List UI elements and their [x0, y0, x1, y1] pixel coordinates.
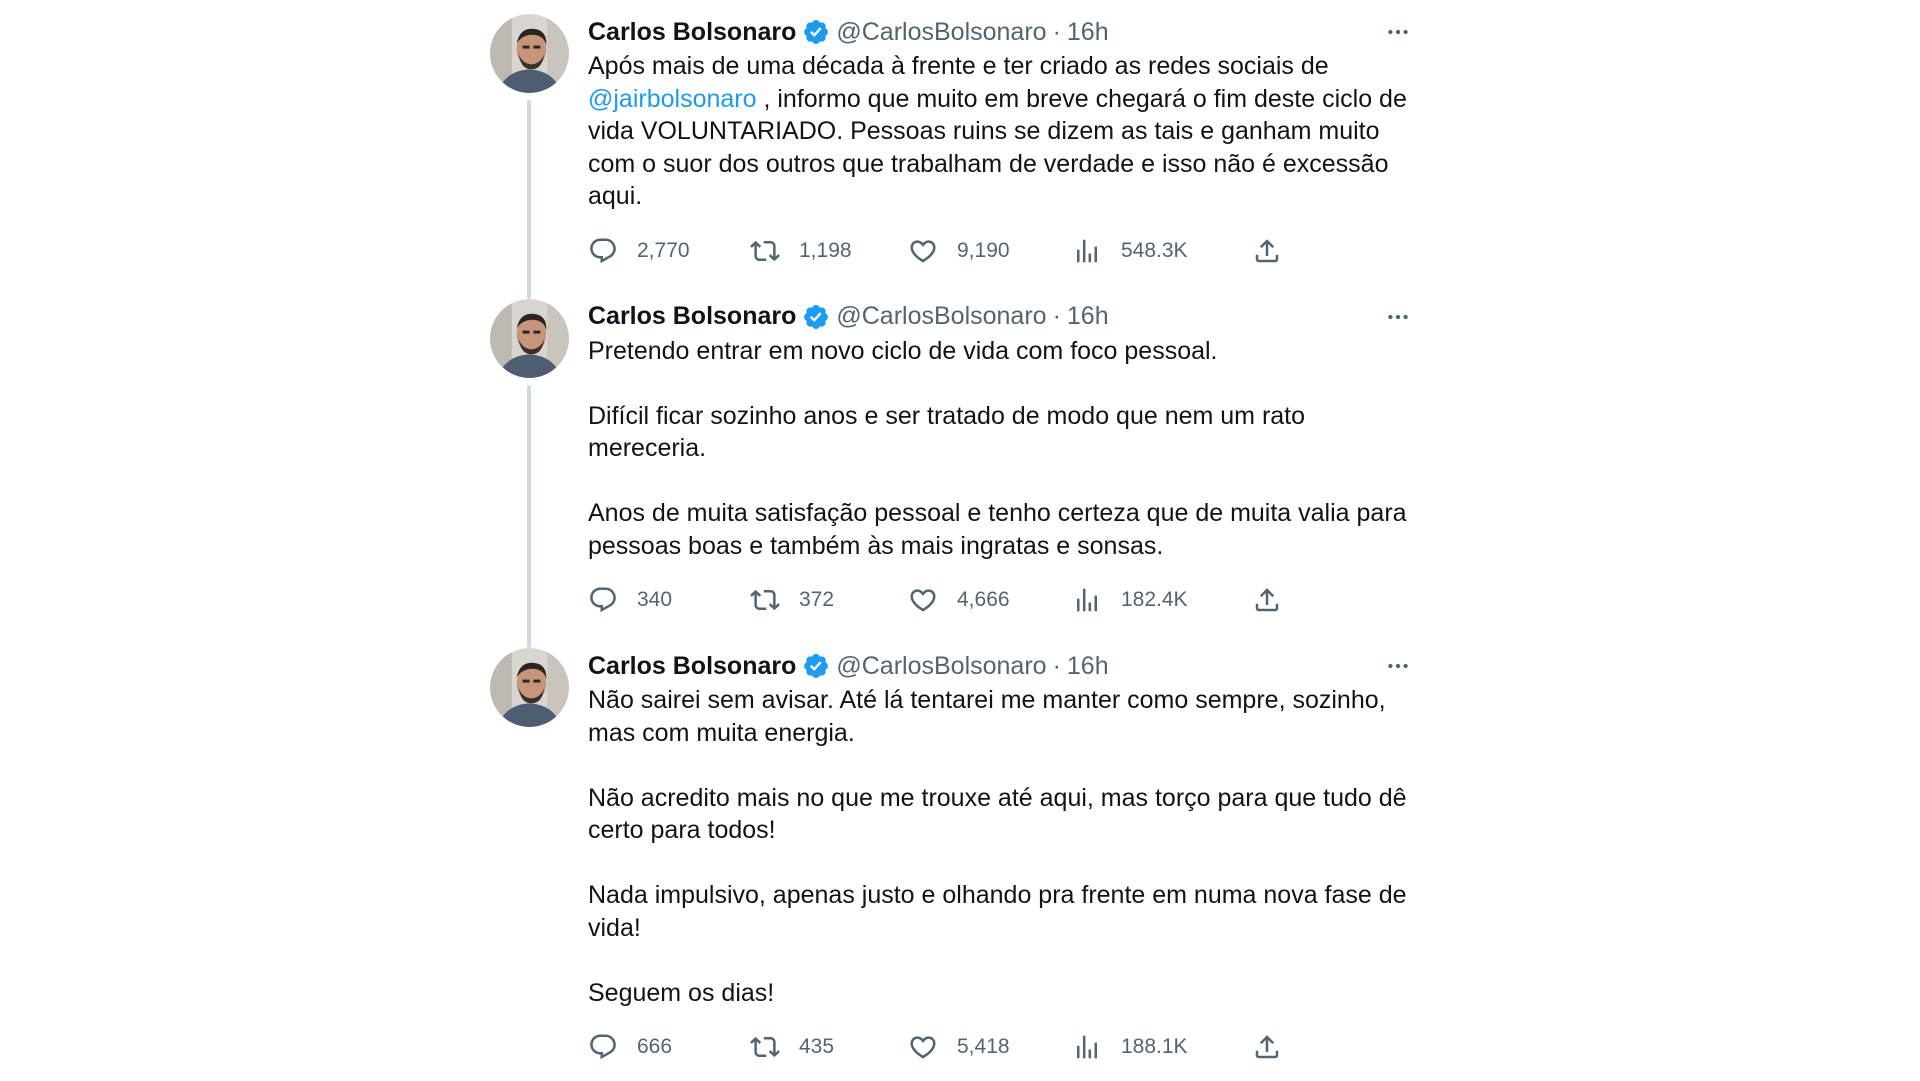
more-horizontal-icon: [1388, 663, 1408, 669]
mention-link[interactable]: @jairbolsonaro: [588, 85, 757, 113]
retweet-count: 1,198: [799, 238, 852, 262]
views-button[interactable]: 188.1K: [1072, 1032, 1252, 1062]
reply-count: 340: [637, 588, 673, 611]
tweet-body: Carlos Bolsonaro @CarlosBolsonaro · 16h …: [588, 14, 1426, 285]
retweet-arrows-icon: [750, 1036, 780, 1058]
reply-button[interactable]: 666: [588, 1032, 750, 1062]
retweet-button[interactable]: 435: [750, 1032, 908, 1062]
avatar[interactable]: [490, 648, 569, 727]
avatar[interactable]: [490, 14, 569, 93]
thread-connector-line: [527, 100, 531, 299]
author-handle[interactable]: @CarlosBolsonaro: [836, 652, 1046, 681]
reply-count: 2,770: [637, 238, 690, 262]
retweet-arrows-icon: [750, 589, 780, 611]
more-options-button[interactable]: [1378, 14, 1418, 50]
reply-button[interactable]: 340: [588, 585, 750, 615]
retweet-count: 435: [799, 1035, 835, 1058]
reply-bubble-icon: [590, 587, 616, 613]
tweet-paragraph: Anos de muita satisfação pessoal e tenho…: [588, 499, 1407, 560]
tweet-header: Carlos Bolsonaro @CarlosBolsonaro · 16h: [588, 648, 1418, 684]
tweet-left-column: [490, 648, 588, 1081]
like-button[interactable]: 5,418: [908, 1032, 1072, 1062]
tweet-paragraph: Não sairei sem avisar. Até lá tentarei m…: [588, 686, 1386, 747]
more-options-button[interactable]: [1378, 299, 1418, 335]
like-button[interactable]: 4,666: [908, 585, 1072, 615]
views-button[interactable]: 548.3K: [1072, 236, 1252, 266]
tweet-actions: 666 435 5,418 188.1K: [588, 1027, 1418, 1067]
header-separator: ·: [1052, 17, 1061, 46]
views-count: 182.4K: [1121, 588, 1188, 611]
views-count: 188.1K: [1121, 1035, 1188, 1058]
tweet-actions: 340 372 4,666 182.4K: [588, 580, 1418, 620]
author-name[interactable]: Carlos Bolsonaro: [588, 652, 796, 681]
heart-icon: [910, 1036, 936, 1059]
heart-icon: [910, 589, 936, 612]
share-upload-icon: [1255, 1035, 1279, 1059]
reply-bubble-icon: [590, 238, 616, 263]
author-handle[interactable]: @CarlosBolsonaro: [836, 18, 1046, 47]
tweet-paragraph: Não acredito mais no que me trouxe até a…: [588, 783, 1407, 845]
avatar[interactable]: [490, 298, 569, 378]
reply-bubble-icon: [590, 1034, 616, 1060]
tweet-paragraph: Pretendo entrar em novo ciclo de vida co…: [588, 336, 1218, 365]
author-name[interactable]: Carlos Bolsonaro: [588, 302, 796, 331]
views-button[interactable]: 182.4K: [1072, 585, 1252, 615]
tweet-left-column: [490, 298, 588, 648]
tweet-1[interactable]: Carlos Bolsonaro @CarlosBolsonaro · 16h …: [490, 0, 1420, 299]
tweet-body: Carlos Bolsonaro @CarlosBolsonaro · 16h …: [588, 299, 1426, 635]
reply-count: 666: [637, 1035, 673, 1058]
tweet-thread: Carlos Bolsonaro @CarlosBolsonaro · 16h …: [490, 0, 1420, 1080]
tweet-text-segment: Após mais de uma década à frente e ter c…: [588, 52, 1329, 80]
bar-chart-icon: [1077, 588, 1097, 612]
retweet-arrows-icon: [750, 240, 780, 261]
like-count: 5,418: [957, 1035, 1010, 1058]
tweet-timestamp[interactable]: 16h: [1067, 302, 1109, 331]
tweet-paragraph: Após mais de uma década à frente e ter c…: [588, 50, 1418, 213]
share-button[interactable]: [1252, 1032, 1282, 1062]
more-horizontal-icon: [1388, 29, 1408, 35]
share-button[interactable]: [1252, 585, 1282, 615]
retweet-count: 372: [799, 588, 835, 611]
like-count: 9,190: [957, 238, 1010, 262]
tweet-paragraph: Seguem os dias!: [588, 978, 775, 1007]
tweet-header: Carlos Bolsonaro @CarlosBolsonaro · 16h: [588, 14, 1418, 50]
share-upload-icon: [1255, 588, 1279, 612]
tweet-actions: 2,770 1,198 9,190 548.3K: [588, 231, 1418, 271]
tweet-paragraph: Nada impulsivo, apenas justo e olhando p…: [588, 881, 1407, 942]
tweet-timestamp[interactable]: 16h: [1067, 18, 1109, 47]
reply-button[interactable]: 2,770: [588, 236, 750, 266]
share-upload-icon: [1255, 238, 1279, 262]
retweet-button[interactable]: 372: [750, 585, 908, 615]
tweet-left-column: [490, 14, 588, 299]
views-count: 548.3K: [1121, 238, 1188, 262]
author-name[interactable]: Carlos Bolsonaro: [588, 18, 796, 47]
tweet-timestamp[interactable]: 16h: [1067, 652, 1109, 681]
verified-badge-icon: [804, 654, 829, 678]
tweet-paragraph: Difícil ficar sozinho anos e ser tratado…: [588, 401, 1306, 463]
tweet-text: Não sairei sem avisar. Até lá tentarei m…: [588, 684, 1418, 1009]
more-options-button[interactable]: [1378, 648, 1418, 684]
retweet-button[interactable]: 1,198: [750, 236, 908, 266]
header-separator: ·: [1052, 302, 1061, 330]
tweet-body: Carlos Bolsonaro @CarlosBolsonaro · 16h …: [588, 648, 1426, 1081]
like-button[interactable]: 9,190: [908, 236, 1072, 266]
tweet-text: Após mais de uma década à frente e ter c…: [588, 50, 1418, 213]
author-handle[interactable]: @CarlosBolsonaro: [836, 302, 1046, 331]
verified-badge-icon: [804, 20, 829, 44]
more-horizontal-icon: [1388, 314, 1408, 319]
heart-icon: [910, 239, 936, 262]
tweet-text: Pretendo entrar em novo ciclo de vida co…: [588, 335, 1418, 563]
verified-badge-icon: [804, 304, 829, 329]
like-count: 4,666: [957, 588, 1010, 611]
thread-connector-line: [527, 384, 531, 648]
bar-chart-icon: [1077, 239, 1097, 262]
bar-chart-icon: [1077, 1035, 1097, 1059]
tweet-3[interactable]: Carlos Bolsonaro @CarlosBolsonaro · 16h …: [490, 634, 1420, 1081]
tweet-2[interactable]: Carlos Bolsonaro @CarlosBolsonaro · 16h …: [490, 285, 1420, 648]
header-separator: ·: [1052, 651, 1061, 680]
share-button[interactable]: [1252, 236, 1282, 266]
tweet-header: Carlos Bolsonaro @CarlosBolsonaro · 16h: [588, 299, 1418, 335]
